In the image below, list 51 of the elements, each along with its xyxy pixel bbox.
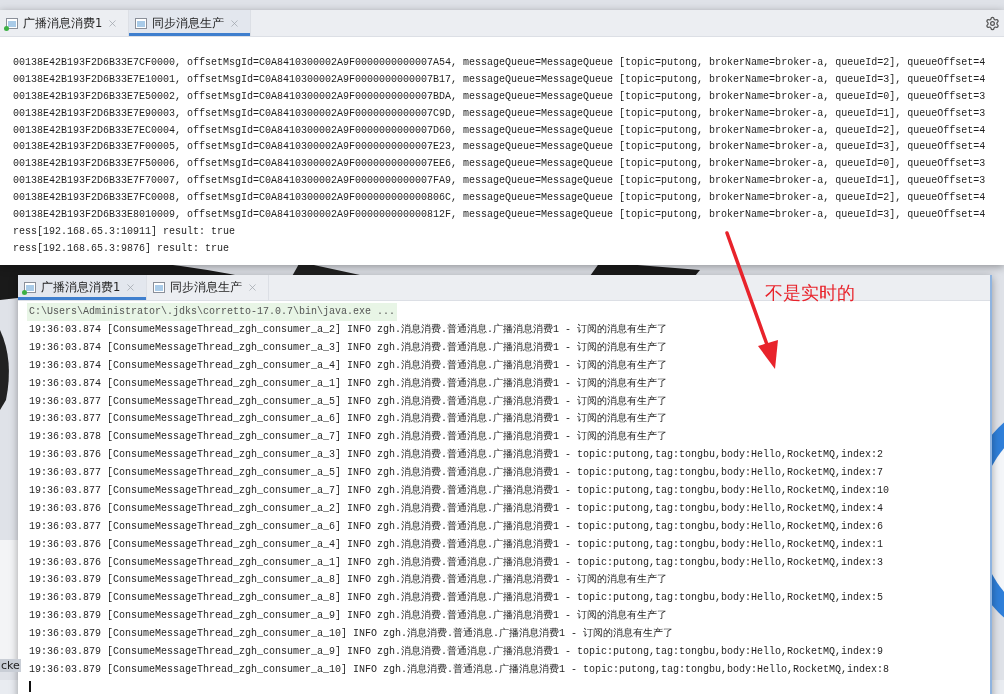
console-line: 00138E42B193F2D6B33E7F00005, offsetMsgId=C0A8410300002A9F0000000000007E23, messageQueue=MessageQueue [topic=putong, brokerName=broker-a, queueId=3], queueOffset=4 <box>13 140 987 155</box>
tab-label: 广播消息消费1 <box>41 280 121 295</box>
log-line: 19:36:03.878 [ConsumeMessageThread_zgh_consumer_a_7] INFO zgh.消息消费.普通消息.广播消息消费1 - 订阅的消息有生产了 <box>29 429 669 445</box>
settings-icon[interactable] <box>985 15 1000 31</box>
log-line: 19:36:03.879 [ConsumeMessageThread_zgh_consumer_a_10] INFO zgh.消息消费.普通消息.广播消息消费1 - topic:putong,tag:tongbu,body:Hello,RocketMQ,index:8 <box>29 662 891 677</box>
close-icon[interactable] <box>107 17 119 29</box>
log-line: 19:36:03.879 [ConsumeMessageThread_zgh_consumer_a_10] INFO zgh.消息消费.普通消息.广播消息消费1 - 订阅的消息有生产了 <box>29 626 675 642</box>
console-line: 00138E42B193F2D6B33E7F70007, offsetMsgId=C0A8410300002A9F0000000000007FA9, messageQueue=MessageQueue [topic=putong, brokerName=broker-a, queueId=1], queueOffset=3 <box>13 174 987 189</box>
log-line: 19:36:03.876 [ConsumeMessageThread_zgh_consumer_a_2] INFO zgh.消息消费.普通消息.广播消息消费1 - topic:putong,tag:tongbu,body:Hello,RocketMQ,index:4 <box>29 501 885 516</box>
log-line: 19:36:03.877 [ConsumeMessageThread_zgh_consumer_a_7] INFO zgh.消息消费.普通消息.广播消息消费1 - topic:putong,tag:tongbu,body:Hello,RocketMQ,index:10 <box>29 483 891 498</box>
log-line: 19:36:03.874 [ConsumeMessageThread_zgh_consumer_a_3] INFO zgh.消息消费.普通消息.广播消息消费1 - 订阅的消息有生产了 <box>29 340 669 355</box>
log-line: 19:36:03.879 [ConsumeMessageThread_zgh_consumer_a_9] INFO zgh.消息消费.普通消息.广播消息消费1 - 订阅的消息有生产了 <box>29 608 669 624</box>
log-line: 19:36:03.874 [ConsumeMessageThread_zgh_consumer_a_2] INFO zgh.消息消费.普通消息.广播消息消费1 - 订阅的消息有生产了 <box>29 322 669 337</box>
console-line: 00138E42B193F2D6B33E7E90003, offsetMsgId=C0A8410300002A9F0000000000007C9D, messageQueue=MessageQueue [topic=putong, brokerName=broker-a, queueId=1], queueOffset=3 <box>13 106 987 121</box>
console-line: ress[192.168.65.3:10911] result: true <box>13 224 237 239</box>
console-icon <box>6 17 18 29</box>
console-line: 00138E42B193F2D6B33E7EC0004, offsetMsgId=C0A8410300002A9F0000000000007D60, messageQueue=MessageQueue [topic=putong, brokerName=broker-a, queueId=2], queueOffset=4 <box>13 123 987 138</box>
log-line: 19:36:03.879 [ConsumeMessageThread_zgh_consumer_a_9] INFO zgh.消息消费.普通消息.广播消息消费1 - topic:putong,tag:tongbu,body:Hello,RocketMQ,index:9 <box>29 644 885 660</box>
console-icon <box>24 282 36 293</box>
log-line: 19:36:03.876 [ConsumeMessageThread_zgh_consumer_a_1] INFO zgh.消息消费.普通消息.广播消息消费1 - topic:putong,tag:tongbu,body:Hello,RocketMQ,index:3 <box>29 555 885 570</box>
console-line: 00138E42B193F2D6B33E7E50002, offsetMsgId=C0A8410300002A9F0000000000007BDA, messageQueue=MessageQueue [topic=putong, brokerName=broker-a, queueId=0], queueOffset=3 <box>13 89 987 104</box>
log-line: 19:36:03.876 [ConsumeMessageThread_zgh_consumer_a_4] INFO zgh.消息消费.普通消息.广播消息消费1 - topic:putong,tag:tongbu,body:Hello,RocketMQ,index:1 <box>29 537 885 552</box>
log-line: 19:36:03.877 [ConsumeMessageThread_zgh_consumer_a_5] INFO zgh.消息消费.普通消息.广播消息消费1 - topic:putong,tag:tongbu,body:Hello,RocketMQ,index:7 <box>29 465 885 481</box>
tab-label: 同步消息生产 <box>170 280 243 295</box>
tab-label: 同步消息生产 <box>152 15 225 31</box>
log-line: 19:36:03.876 [ConsumeMessageThread_zgh_consumer_a_3] INFO zgh.消息消费.普通消息.广播消息消费1 - topic:putong,tag:tongbu,body:Hello,RocketMQ,index:2 <box>29 447 885 463</box>
log-line: 19:36:03.874 [ConsumeMessageThread_zgh_consumer_a_4] INFO zgh.消息消费.普通消息.广播消息消费1 - 订阅的消息有生产了 <box>29 358 669 373</box>
close-icon[interactable] <box>229 17 241 29</box>
tab[interactable]: 同步消息生产 <box>147 275 270 300</box>
log-line: 19:36:03.879 [ConsumeMessageThread_zgh_consumer_a_8] INFO zgh.消息消费.普通消息.广播消息消费1 - topic:putong,tag:tongbu,body:Hello,RocketMQ,index:5 <box>29 590 885 606</box>
console-line: ress[192.168.65.3:9876] result: true <box>13 241 231 256</box>
desktop-label: cke <box>0 659 21 672</box>
tab[interactable]: 广播消息消费1 <box>18 275 148 300</box>
console-line: 00138E42B193F2D6B33E7FC0008, offsetMsgId=C0A8410300002A9F000000000000806C, messageQueue=MessageQueue [topic=putong, brokerName=broker-a, queueId=2], queueOffset=4 <box>13 191 987 206</box>
console-line: 00138E42B193F2D6B33E8010009, offsetMsgId=C0A8410300002A9F000000000000812F, messageQueue=MessageQueue [topic=putong, brokerName=broker-a, queueId=3], queueOffset=4 <box>13 208 987 222</box>
log-line: 19:36:03.874 [ConsumeMessageThread_zgh_consumer_a_1] INFO zgh.消息消费.普通消息.广播消息消费1 - 订阅的消息有生产了 <box>29 376 669 391</box>
console-line: 00138E42B193F2D6B33E7E10001, offsetMsgId=C0A8410300002A9F0000000000007B17, messageQueue=MessageQueue [topic=putong, brokerName=broker-a, queueId=3], queueOffset=4 <box>13 72 987 87</box>
console-icon <box>135 17 148 29</box>
log-line: 19:36:03.877 [ConsumeMessageThread_zgh_consumer_a_5] INFO zgh.消息消费.普通消息.广播消息消费1 - 订阅的消息有生产了 <box>29 394 669 409</box>
log-line: 19:36:03.877 [ConsumeMessageThread_zgh_consumer_a_6] INFO zgh.消息消费.普通消息.广播消息消费1 - topic:putong,tag:tongbu,body:Hello,RocketMQ,index:6 <box>29 519 885 534</box>
tab-label: 广播消息消费1 <box>23 15 103 31</box>
text-cursor <box>29 680 31 692</box>
log-line: 19:36:03.877 [ConsumeMessageThread_zgh_consumer_a_6] INFO zgh.消息消费.普通消息.广播消息消费1 - 订阅的消息有生产了 <box>29 411 669 427</box>
console-icon <box>153 282 166 293</box>
tab[interactable]: 同步消息生产 <box>129 10 252 36</box>
close-icon[interactable] <box>125 282 137 293</box>
console-line: 00138E42B193F2D6B33E7F50006, offsetMsgId=C0A8410300002A9F0000000000007EE6, messageQueue=MessageQueue [topic=putong, brokerName=broker-a, queueId=0], queueOffset=3 <box>13 157 987 172</box>
close-icon[interactable] <box>247 282 259 293</box>
log-line: 19:36:03.879 [ConsumeMessageThread_zgh_consumer_a_8] INFO zgh.消息消费.普通消息.广播消息消费1 - 订阅的消息有生产了 <box>29 572 669 588</box>
annotation-text: 不是实时的 <box>765 281 855 305</box>
console-line: 00138E42B193F2D6B33E7CF0000, offsetMsgId=C0A8410300002A9F0000000000007A54, messageQueue=MessageQueue [topic=putong, brokerName=broker-a, queueId=2], queueOffset=4 <box>13 56 987 70</box>
